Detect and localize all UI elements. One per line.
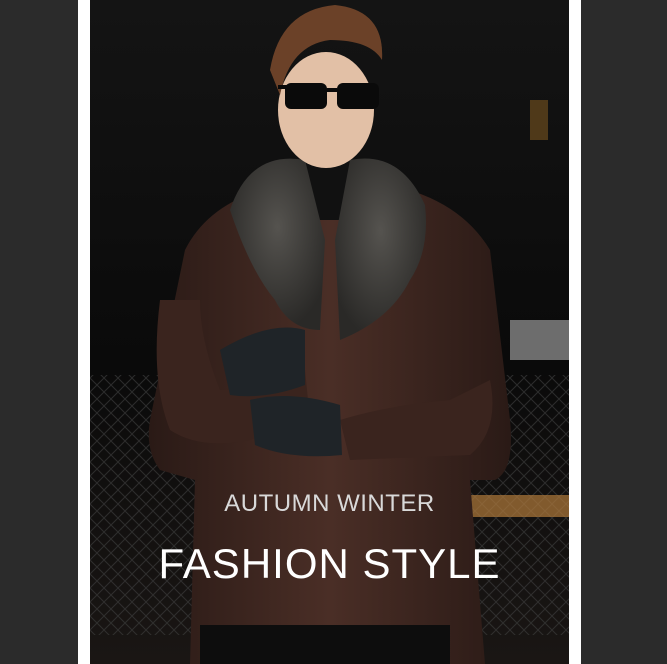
banner-subtitle: AUTUMN WINTER	[224, 490, 435, 517]
sunglasses-temple	[278, 85, 288, 89]
background-light	[510, 320, 569, 360]
page-background: AUTUMN WINTER FASHION STYLE	[0, 0, 667, 664]
right-glove	[250, 396, 342, 457]
banner-title: FASHION STYLE	[158, 540, 501, 587]
sunglasses-right-lens	[337, 83, 379, 109]
sunglasses-left-lens	[285, 83, 327, 109]
background-lamp	[530, 100, 548, 140]
sunglasses-bridge	[327, 88, 337, 92]
trousers	[200, 625, 450, 664]
product-photo: AUTUMN WINTER FASHION STYLE	[90, 0, 569, 664]
face	[278, 52, 374, 168]
